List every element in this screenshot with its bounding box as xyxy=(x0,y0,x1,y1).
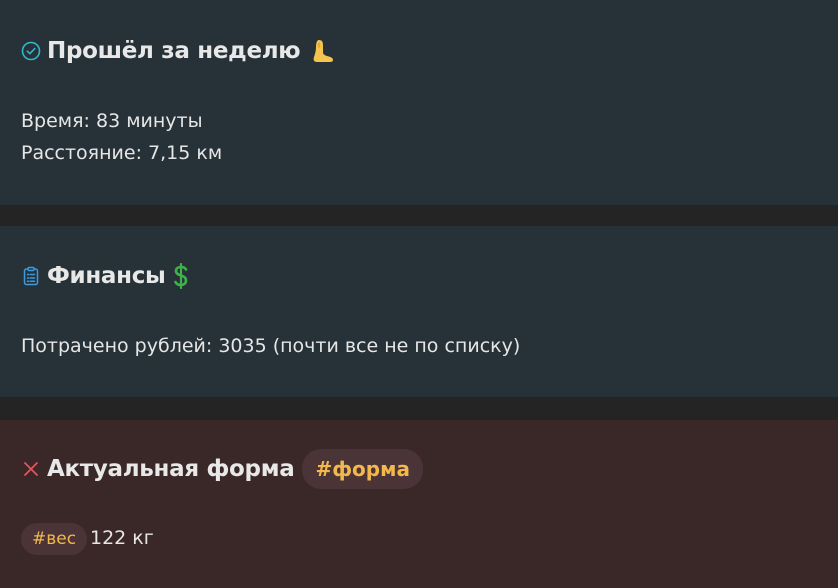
form-title: Актуальная форма xyxy=(47,456,295,482)
walk-distance: Расстояние: 7,15 км xyxy=(21,142,223,164)
walk-card: Прошёл за неделю Время: 83 минуты Рассто… xyxy=(0,0,838,205)
check-circle-icon xyxy=(21,41,41,61)
dollar-sign-emoji xyxy=(172,263,190,289)
walk-title: Прошёл за неделю xyxy=(47,38,301,64)
form-tag[interactable]: #форма xyxy=(302,449,423,489)
form-title-row: Актуальная форма #форма xyxy=(21,449,423,489)
finance-title: Финансы xyxy=(47,263,166,289)
finance-title-row: Финансы xyxy=(21,256,190,296)
form-card: Актуальная форма #форма #вес 122 кг xyxy=(0,420,838,588)
foot-emoji xyxy=(310,38,336,64)
cross-icon xyxy=(21,459,41,479)
finance-card: Финансы Потрачено рублей: 3035 (почти вс… xyxy=(0,226,838,397)
finance-spent: Потрачено рублей: 3035 (почти все не по … xyxy=(21,335,521,357)
walk-title-row: Прошёл за неделю xyxy=(21,31,336,71)
walk-time: Время: 83 минуты xyxy=(21,110,203,132)
weight-value: 122 кг xyxy=(90,527,154,549)
weight-tag[interactable]: #вес xyxy=(21,523,88,555)
clipboard-list-icon xyxy=(21,266,41,286)
